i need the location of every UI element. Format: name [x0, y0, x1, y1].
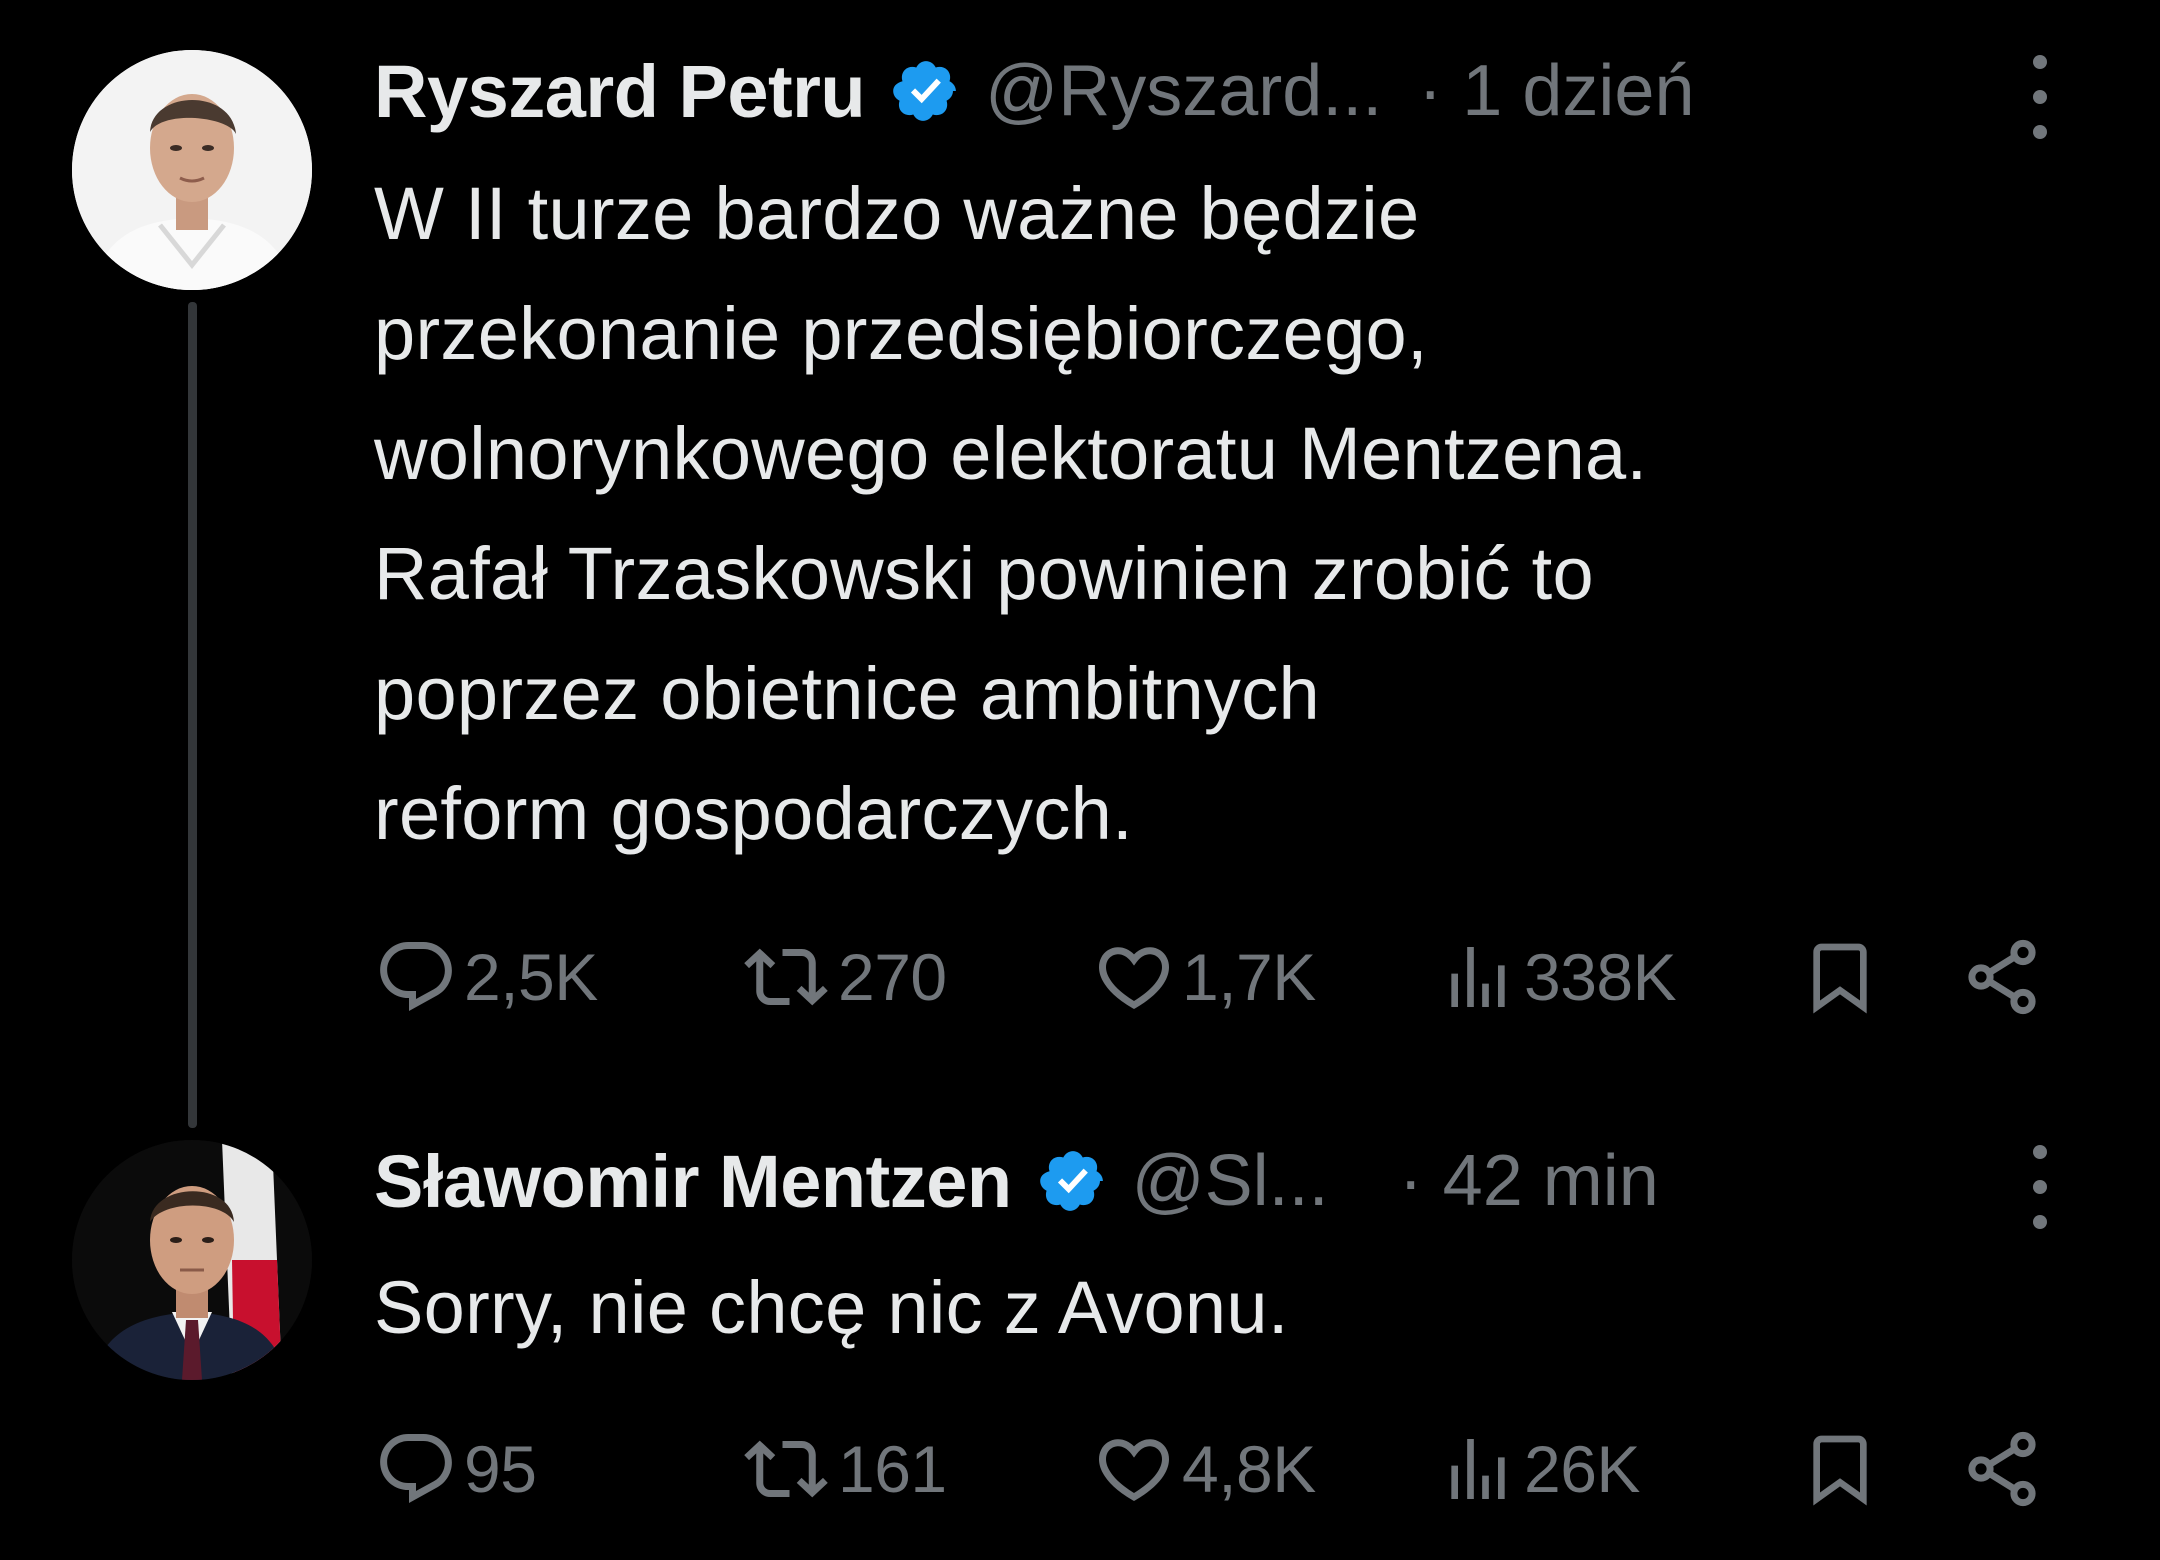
retweet-button[interactable]: 161 — [740, 1424, 947, 1514]
bookmark-button[interactable] — [1800, 932, 1880, 1022]
more-options-icon[interactable] — [2020, 42, 2060, 152]
share-button[interactable] — [1960, 1424, 2044, 1514]
more-options-icon[interactable] — [2020, 1132, 2060, 1242]
tweet[interactable]: Ryszard Petru @Ryszard... · 1 dzień W II… — [0, 0, 2160, 1128]
speech-bubble-icon — [380, 942, 452, 1011]
tweet-header: Sławomir Mentzen @Sl... · 42 min — [374, 1136, 2050, 1226]
thread-connector-line — [188, 302, 197, 1128]
avatar[interactable] — [72, 1140, 312, 1380]
tweet-text: Sorry, nie chcę nic z Avonu. — [374, 1266, 1289, 1349]
timestamp[interactable]: · 42 min — [1399, 1140, 1659, 1222]
views-count: 338K — [1524, 940, 1677, 1014]
tweet-header: Ryszard Petru @Ryszard... · 1 dzień — [374, 46, 2050, 136]
display-name[interactable]: Sławomir Mentzen — [374, 1139, 1012, 1224]
like-button[interactable]: 1,7K — [1092, 932, 1316, 1022]
reply-button[interactable]: 95 — [374, 1424, 537, 1514]
retweet-count: 270 — [838, 940, 947, 1014]
user-handle[interactable]: @Sl... — [1132, 1140, 1329, 1222]
like-count: 1,7K — [1182, 940, 1316, 1014]
views-button[interactable]: 26K — [1438, 1424, 1640, 1514]
like-button[interactable]: 4,8K — [1092, 1424, 1316, 1514]
avatar-photo — [72, 1140, 312, 1380]
speech-bubble-icon — [380, 1434, 452, 1503]
avatar-photo — [72, 50, 312, 290]
heart-icon — [1098, 1439, 1170, 1502]
share-icon — [1968, 1431, 2036, 1507]
verified-badge-icon — [891, 56, 961, 126]
display-name[interactable]: Ryszard Petru — [374, 49, 866, 134]
views-button[interactable]: 338K — [1438, 932, 1677, 1022]
share-icon — [1968, 939, 2036, 1015]
like-count: 4,8K — [1182, 1432, 1316, 1506]
bar-chart-icon — [1451, 1439, 1505, 1499]
share-button[interactable] — [1960, 932, 2044, 1022]
heart-icon — [1098, 947, 1170, 1010]
timestamp[interactable]: · 1 dzień — [1418, 50, 1694, 132]
bookmark-icon — [1813, 1435, 1867, 1506]
thread-view: Ryszard Petru @Ryszard... · 1 dzień W II… — [0, 0, 2160, 1560]
user-handle[interactable]: @Ryszard... — [985, 50, 1382, 132]
views-count: 26K — [1524, 1432, 1640, 1506]
retweet-arrows-icon — [744, 948, 828, 1006]
bookmark-icon — [1813, 943, 1867, 1014]
verified-badge-icon — [1038, 1146, 1108, 1216]
avatar[interactable] — [72, 50, 312, 290]
bar-chart-icon — [1451, 947, 1505, 1007]
reply-button[interactable]: 2,5K — [374, 932, 598, 1022]
bookmark-button[interactable] — [1800, 1424, 1880, 1514]
reply-count: 2,5K — [464, 940, 598, 1014]
tweet-text: W II turze bardzo ważne będzie przekonan… — [374, 172, 1648, 855]
retweet-button[interactable]: 270 — [740, 932, 947, 1022]
reply-count: 95 — [464, 1432, 537, 1506]
retweet-arrows-icon — [744, 1440, 828, 1498]
retweet-count: 161 — [838, 1432, 947, 1506]
